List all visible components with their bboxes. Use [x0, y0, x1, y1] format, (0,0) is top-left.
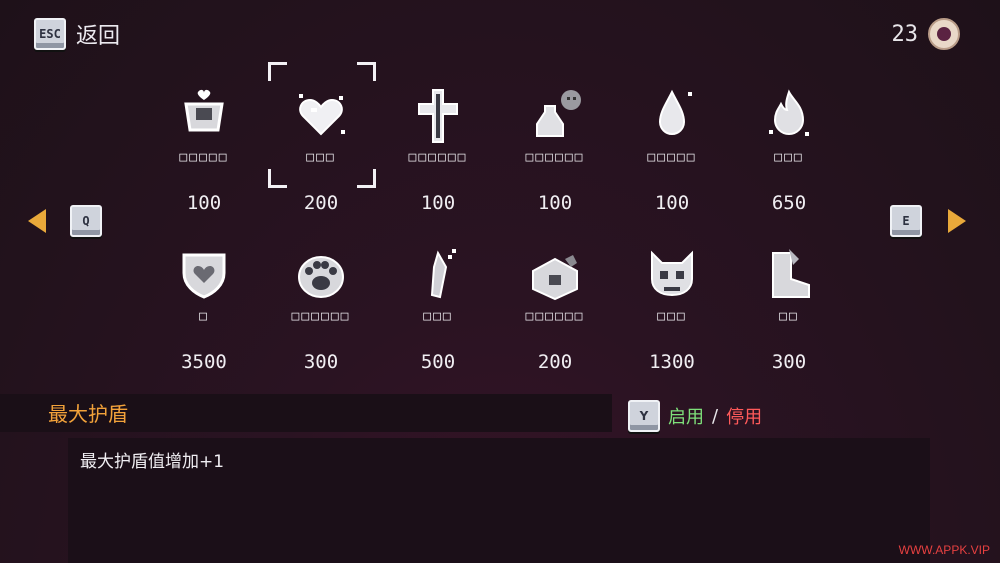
item-price: 200 — [303, 192, 339, 214]
item-name: □□□□□□ — [291, 309, 351, 324]
box-icon — [525, 245, 585, 305]
item-price: 500 — [420, 351, 456, 373]
item-price: 100 — [654, 192, 690, 214]
heart-icon — [291, 86, 351, 146]
back-button[interactable]: ESC 返回 — [34, 18, 120, 50]
item-price: 100 — [186, 192, 222, 214]
item-drop[interactable]: □□□□□ 100 — [627, 86, 717, 214]
item-name: □□□□□ — [647, 150, 697, 165]
currency-display: 23 — [891, 18, 960, 50]
item-price: 200 — [537, 351, 573, 373]
item-description: 最大护盾值增加+1 — [80, 452, 225, 472]
item-name: □□□□□□ — [525, 309, 585, 324]
item-price: 300 — [303, 351, 339, 373]
crystal-icon — [408, 245, 468, 305]
prev-page-arrow-icon[interactable] — [28, 209, 46, 233]
item-shield[interactable]: □ 3500 — [159, 245, 249, 373]
shield-heart-icon — [174, 245, 234, 305]
toggle-separator: / — [712, 405, 719, 427]
item-cross[interactable]: □□□□□□ 100 — [393, 86, 483, 214]
selected-item-title: 最大护盾 — [48, 402, 128, 426]
disable-option[interactable]: 停用 — [726, 403, 762, 429]
next-page-key[interactable]: E — [890, 205, 922, 237]
item-price: 300 — [771, 351, 807, 373]
toggle-control[interactable]: Y 启用 / 停用 — [628, 400, 762, 432]
item-price: 1300 — [649, 351, 695, 373]
item-flame[interactable]: □□□ 650 — [744, 86, 834, 214]
flame-icon — [759, 86, 819, 146]
esc-key-icon: ESC — [34, 18, 66, 50]
item-box[interactable]: □□□□□□ 200 — [510, 245, 600, 373]
item-name: □□□ — [306, 150, 336, 165]
watermark: WWW.APPK.VIP — [898, 543, 990, 557]
enable-option[interactable]: 启用 — [668, 403, 704, 429]
item-name: □□ — [779, 309, 799, 324]
item-cat-skull[interactable]: □□□ 1300 — [627, 245, 717, 373]
prev-page-key[interactable]: Q — [70, 205, 102, 237]
item-name: □□□□□□ — [408, 150, 468, 165]
item-paw[interactable]: □□□□□□ 300 — [276, 245, 366, 373]
toggle-key[interactable]: Y — [628, 400, 660, 432]
item-armor[interactable]: □□□□□ 100 — [159, 86, 249, 214]
item-price: 100 — [420, 192, 456, 214]
chestplate-heart-icon — [174, 86, 234, 146]
back-label: 返回 — [76, 24, 121, 49]
currency-value: 23 — [891, 21, 919, 47]
potion-skull-icon — [525, 86, 585, 146]
cross-icon — [408, 86, 468, 146]
item-crystal[interactable]: □□□ 500 — [393, 245, 483, 373]
item-price: 3500 — [181, 351, 227, 373]
water-drop-icon — [642, 86, 702, 146]
item-name: □□□□□ — [179, 150, 229, 165]
cat-skull-icon — [642, 245, 702, 305]
item-price: 650 — [771, 192, 807, 214]
item-name: □ — [199, 309, 209, 324]
item-name: □□□ — [774, 150, 804, 165]
item-name: □□□ — [657, 309, 687, 324]
paw-icon — [291, 245, 351, 305]
item-name: □□□□□□ — [525, 150, 585, 165]
next-page-arrow-icon[interactable] — [948, 209, 966, 233]
item-price: 100 — [537, 192, 573, 214]
item-potion[interactable]: □□□□□□ 100 — [510, 86, 600, 214]
item-heart[interactable]: □□□ 200 — [276, 86, 366, 214]
boot-icon — [759, 245, 819, 305]
item-name: □□□ — [423, 309, 453, 324]
eye-icon — [928, 18, 960, 50]
item-boot[interactable]: □□ 300 — [744, 245, 834, 373]
